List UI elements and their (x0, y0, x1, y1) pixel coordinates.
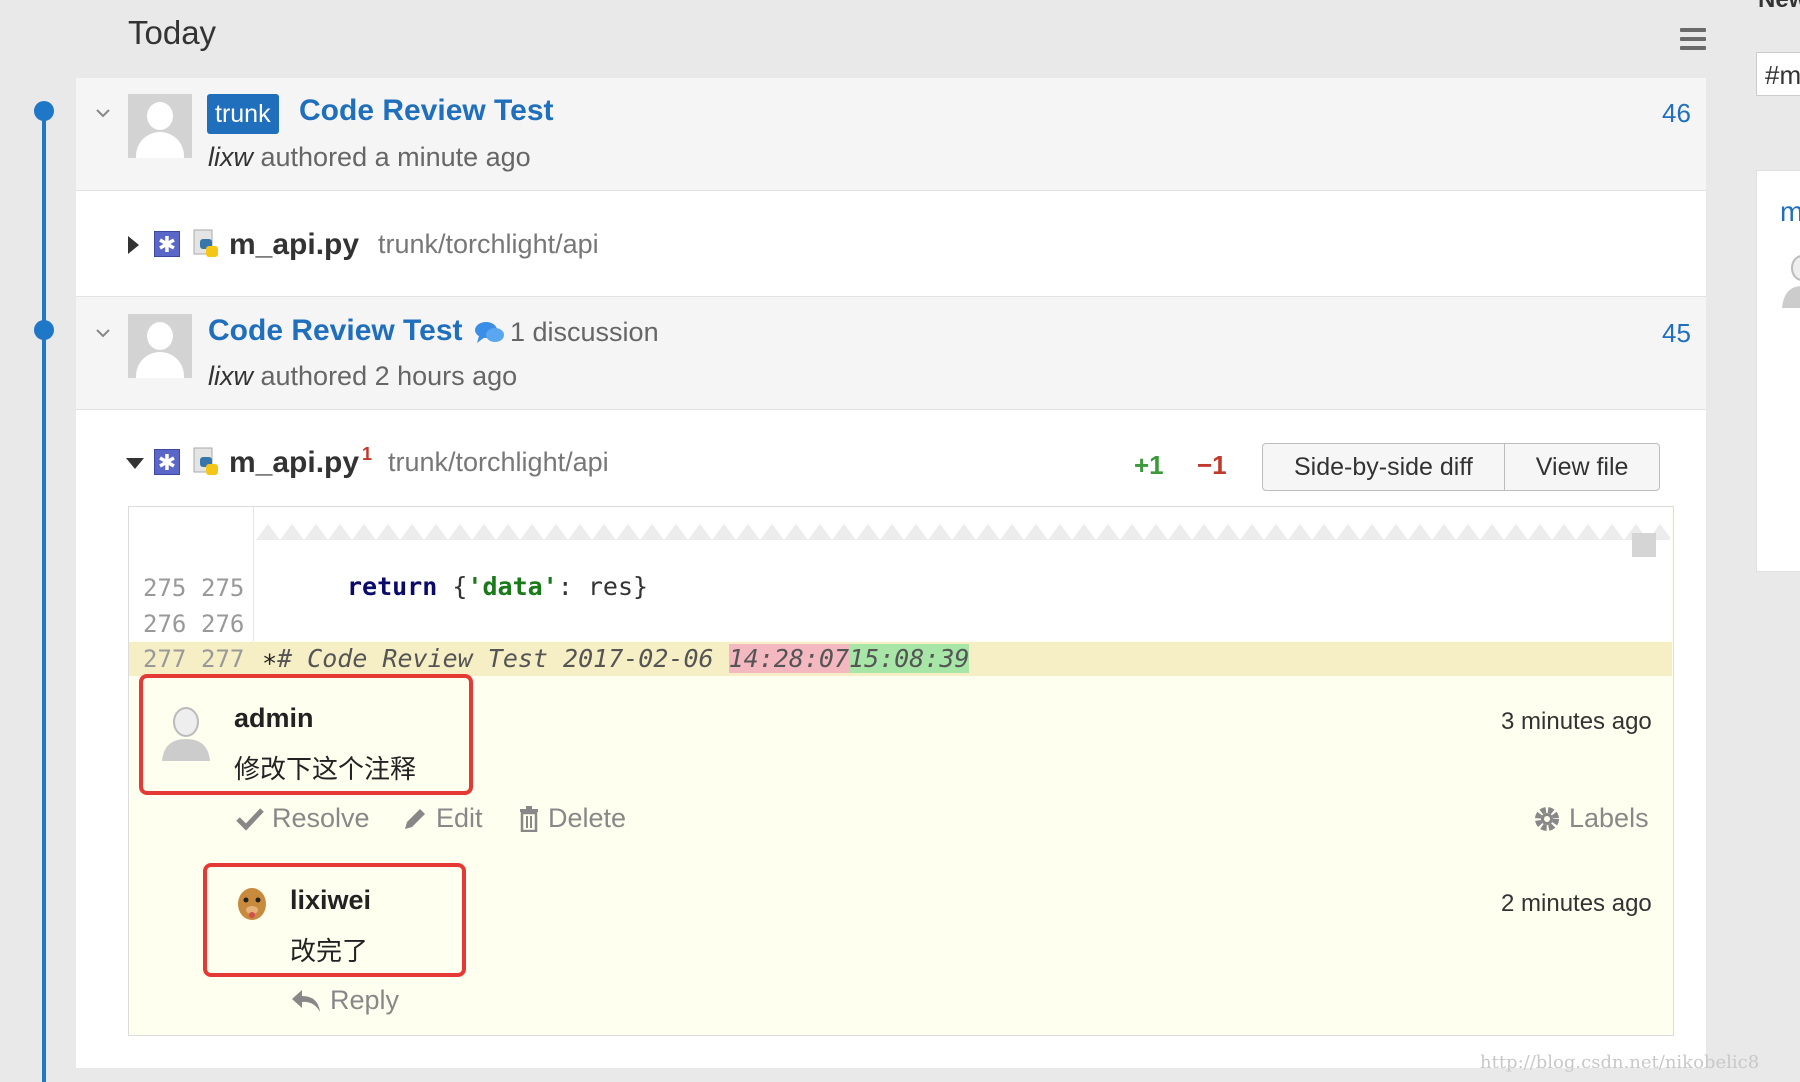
modified-icon: ✱ (154, 449, 180, 475)
timeline-dot (34, 101, 54, 121)
chevron-down-icon[interactable] (96, 326, 110, 340)
right-panel-input[interactable]: #m (1756, 52, 1800, 96)
deletions-count: −1 (1197, 450, 1227, 480)
branch-badge[interactable]: trunk (207, 94, 279, 134)
gear-icon (1535, 806, 1559, 831)
discussion-count[interactable]: 1 discussion (510, 317, 659, 348)
trash-icon (520, 805, 538, 832)
old-line-number: 276 (143, 610, 187, 638)
new-line-number: 275 (201, 574, 245, 602)
commit-number-link[interactable]: 46 (1662, 98, 1691, 129)
new-line-number: 277 (201, 645, 245, 673)
commit-title-link[interactable]: Code Review Test (299, 94, 554, 128)
watermark: http://blog.csdn.net/nikobelic8 (1480, 1052, 1760, 1073)
commit-author[interactable]: lixw (208, 142, 253, 172)
reply-icon (292, 989, 320, 1012)
avatar (128, 314, 192, 378)
reply-author[interactable]: lixiwei (290, 885, 371, 916)
user-avatar-icon (1782, 255, 1800, 308)
file-name[interactable]: m_api.py (229, 446, 359, 480)
edit-button[interactable]: Edit (402, 803, 483, 834)
resolve-button[interactable]: Resolve (236, 803, 370, 834)
dog-avatar (238, 888, 266, 920)
pencil-icon (405, 808, 425, 829)
reply-body: 改完了 (290, 937, 369, 967)
avatar (128, 94, 192, 158)
labels-button[interactable]: Labels (1533, 803, 1649, 834)
commit-author[interactable]: lixw (208, 361, 253, 391)
commit-time: authored a minute ago (253, 142, 531, 172)
comments-icon (475, 322, 504, 343)
python-file-icon (193, 447, 218, 475)
right-panel-card (1756, 170, 1800, 572)
reply-timestamp: 2 minutes ago (1501, 890, 1652, 917)
python-file-icon (193, 229, 218, 257)
scroll-handle[interactable] (1632, 533, 1656, 557)
commit-meta: lixw authored a minute ago (208, 142, 531, 173)
note-body: 修改下这个注释 (234, 755, 417, 785)
delete-button[interactable]: Delete (518, 803, 626, 834)
file-path: trunk/torchlight/api (378, 229, 599, 259)
modified-icon: ✱ (154, 231, 180, 257)
right-panel-heading: New (1758, 0, 1800, 14)
check-icon (236, 807, 264, 831)
view-file-button[interactable]: View file (1503, 444, 1660, 490)
file-path: trunk/torchlight/api (388, 447, 609, 477)
new-line-number: 276 (201, 610, 245, 638)
code-line: return {'data': res} (347, 572, 649, 601)
old-line-number: 277 (143, 645, 187, 673)
reply-button[interactable]: Reply (290, 985, 399, 1016)
commit-time: authored 2 hours ago (253, 361, 518, 391)
chevron-down-icon[interactable] (96, 106, 110, 120)
commit-meta: lixw authored 2 hours ago (208, 361, 517, 392)
expand-triangle-icon[interactable] (128, 236, 139, 254)
section-heading-today: Today (128, 14, 217, 51)
note-timestamp: 3 minutes ago (1501, 708, 1652, 735)
right-panel-link[interactable]: m (1780, 196, 1800, 228)
side-by-side-diff-button[interactable]: Side-by-side diff (1263, 444, 1504, 490)
commit-title-link[interactable]: Code Review Test (208, 314, 463, 348)
expand-lines-zigzag[interactable] (256, 516, 1670, 540)
note-author[interactable]: admin (234, 703, 314, 734)
user-avatar-icon (162, 707, 210, 761)
timeline-line (42, 108, 46, 1082)
old-line-number: 275 (143, 574, 187, 602)
diff-view-buttons: Side-by-side diff View file (1262, 443, 1661, 491)
collapse-triangle-icon[interactable] (126, 458, 144, 469)
note-count-badge: 1 (362, 444, 373, 464)
commit-number-link[interactable]: 45 (1662, 318, 1691, 349)
timeline-dot (34, 320, 54, 340)
code-line: ∗# Code Review Test 2017-02-06 14:28:071… (262, 644, 970, 673)
additions-count: +1 (1134, 450, 1164, 480)
file-name[interactable]: m_api.py (229, 228, 359, 262)
menu-icon[interactable] (1680, 28, 1706, 50)
